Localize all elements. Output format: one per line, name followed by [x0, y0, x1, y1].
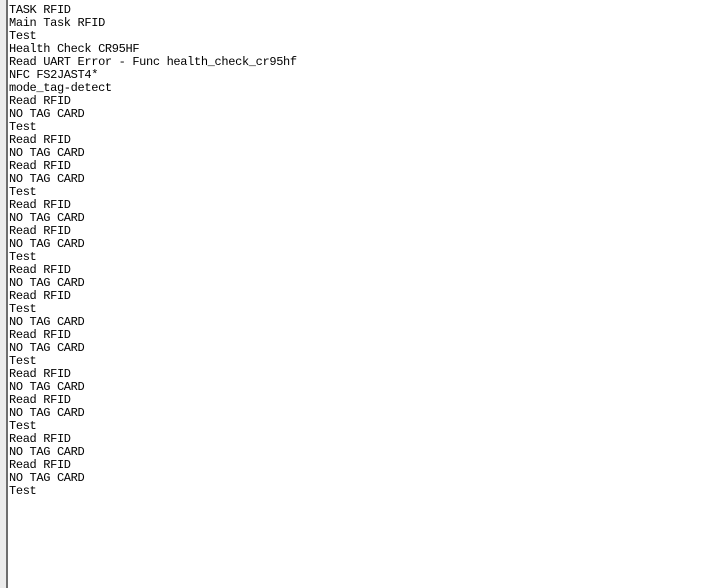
log-line: Main Task RFID — [9, 16, 105, 30]
log-line: NO TAG CARD — [9, 172, 85, 186]
log-line: NO TAG CARD — [9, 341, 85, 355]
log-line: NO TAG CARD — [9, 237, 85, 251]
log-line: NO TAG CARD — [9, 406, 85, 420]
gutter-border — [6, 0, 8, 588]
log-line: NO TAG CARD — [9, 107, 85, 121]
serial-output-log[interactable]: NO TAG CARDTASK RFIDMain Task RFIDTestHe… — [9, 0, 297, 498]
log-line: Test — [9, 484, 37, 498]
log-line: NO TAG CARD — [9, 471, 85, 485]
log-line: Read RFID — [9, 289, 71, 303]
